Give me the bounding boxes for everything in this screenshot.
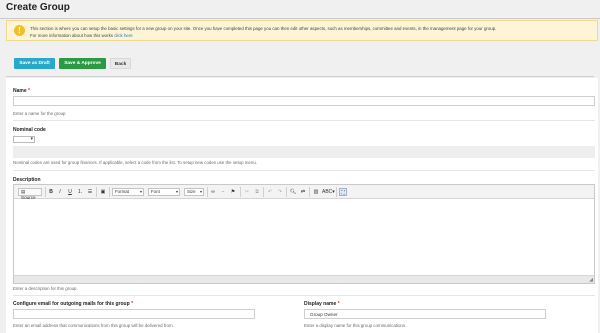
display-name-field-value: Group Owner [310, 312, 338, 317]
chevron-down-icon: ▾ [30, 136, 33, 142]
format-dropdown-label: Format [115, 189, 129, 194]
notice-more-info-text: For more information about how this work… [30, 33, 115, 38]
display-name-required-marker: * [337, 301, 340, 307]
email-label-text: Configure email for outgoing mails for t… [13, 301, 130, 307]
editor-toolbar: ▤ Source B I U ⒈ ☰ ▣ Format ▾ Font ▾ Siz… [14, 185, 594, 200]
toolbar-separator [309, 187, 310, 197]
email-help: Enter an email address that communicatio… [13, 323, 174, 328]
name-input[interactable] [13, 96, 595, 106]
toolbar-separator [240, 187, 241, 197]
name-required-marker: * [28, 88, 30, 94]
format-dropdown[interactable]: Format ▾ [112, 188, 144, 196]
toolbar-separator [263, 187, 264, 197]
chevron-down-icon: ▾ [139, 189, 142, 194]
toolbar-separator [96, 187, 97, 197]
underline-button[interactable]: U [66, 188, 74, 196]
undo-icon[interactable]: ↶ [266, 188, 274, 196]
chevron-down-icon: ▾ [199, 189, 202, 194]
font-dropdown[interactable]: Font ▾ [148, 188, 180, 196]
section-divider [13, 120, 595, 121]
chevron-down-icon: ▾ [175, 189, 178, 194]
size-dropdown-label: Size [187, 189, 196, 194]
name-label: Name * [13, 88, 30, 94]
cut-icon[interactable]: ✂ [243, 188, 251, 196]
notice-more-info: For more information about how this work… [30, 33, 133, 38]
nominal-code-help: Nominal codes are used for group finance… [13, 160, 257, 165]
find-icon[interactable]: 🔍︎ [289, 188, 297, 196]
back-button[interactable]: Back [110, 58, 131, 69]
toolbar-separator [109, 187, 110, 197]
nominal-code-select[interactable]: ▾ [13, 136, 35, 143]
spellcheck-icon[interactable]: ABC▾ [322, 188, 335, 196]
source-button[interactable]: ▤ Source [18, 188, 42, 200]
actions-divider [6, 76, 594, 77]
save-and-approve-button[interactable]: Save & Approve [59, 58, 106, 69]
font-dropdown-label: Font [151, 189, 160, 194]
redo-icon[interactable]: ↷ [276, 188, 284, 196]
name-label-text: Name [13, 88, 27, 94]
description-help: Enter a description for this group. [13, 286, 78, 291]
toolbar-separator [207, 187, 208, 197]
resize-grip-icon[interactable]: ◢ [589, 277, 593, 283]
italic-button[interactable]: I [56, 188, 64, 196]
unlink-icon[interactable]: ⌁ [219, 188, 227, 196]
replace-icon[interactable]: ⇄ [299, 188, 307, 196]
email-label: Configure email for outgoing mails for t… [13, 301, 133, 307]
email-required-marker: * [131, 301, 134, 307]
info-notice: ! This section is where you can setup th… [6, 20, 598, 41]
toolbar-separator [286, 187, 287, 197]
bulleted-list-icon[interactable]: ☰ [86, 188, 94, 196]
section-divider [13, 170, 595, 171]
title-divider [0, 18, 600, 19]
image-icon[interactable]: ▣ [99, 188, 107, 196]
display-name-help: Enter a display name for this group comm… [304, 323, 407, 328]
toolbar-separator [45, 187, 46, 197]
maximize-icon[interactable]: ⛶ [339, 188, 347, 196]
toolbar-separator [336, 187, 337, 197]
copy-icon[interactable]: ⧉ [253, 188, 261, 196]
bold-button[interactable]: B [47, 188, 55, 196]
display-name-label: Display name * [304, 301, 340, 307]
name-help: Enter a name for the group [13, 111, 66, 116]
numbered-list-icon[interactable]: ⒈ [76, 188, 84, 196]
display-name-field[interactable]: Group Owner [304, 309, 546, 319]
save-as-draft-button[interactable]: Save as Draft [14, 58, 55, 69]
anchor-flag-icon[interactable]: ⚑ [229, 188, 237, 196]
size-dropdown[interactable]: Size ▾ [184, 188, 204, 196]
section-divider [13, 295, 595, 296]
notice-text: This section is where you can setup the … [30, 26, 497, 31]
nominal-code-panel [13, 146, 595, 158]
warning-icon: ! [14, 25, 25, 36]
description-text-area[interactable] [14, 199, 594, 277]
display-name-label-text: Display name [304, 301, 337, 307]
paste-icon[interactable]: ▥ [312, 188, 320, 196]
source-icon: ▤ [21, 189, 26, 194]
page-title: Create Group [6, 2, 70, 13]
notice-click-here-link[interactable]: click here [114, 33, 133, 38]
link-icon[interactable]: ∞ [209, 188, 217, 196]
nominal-code-label: Nominal code [13, 127, 46, 133]
description-editor: ▤ Source B I U ⒈ ☰ ▣ Format ▾ Font ▾ Siz… [13, 184, 595, 284]
email-field[interactable] [13, 309, 255, 319]
editor-status-bar: ◢ [14, 275, 594, 283]
description-label: Description [13, 177, 41, 183]
